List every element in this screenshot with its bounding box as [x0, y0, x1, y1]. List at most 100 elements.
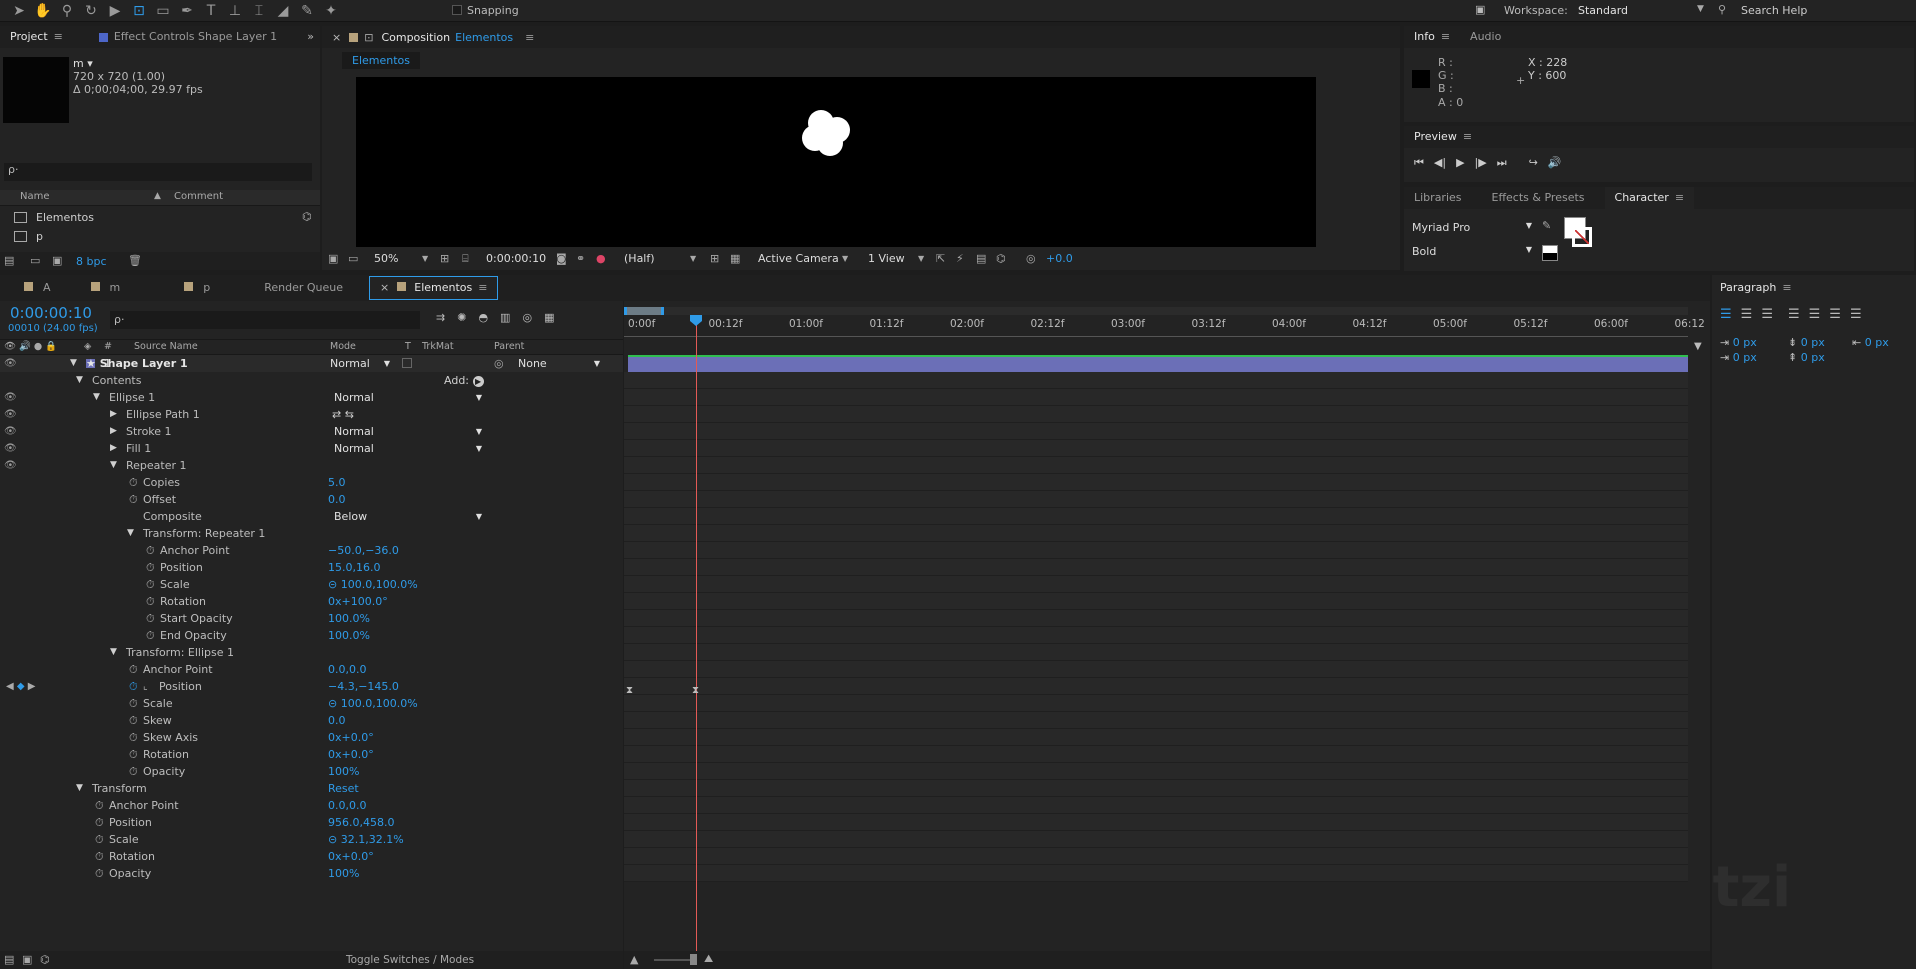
property-row[interactable]: 👁 ▶ Fill 1 Normal ▼ — [0, 440, 623, 457]
property-lane[interactable] — [624, 780, 1688, 797]
loop-icon[interactable]: ↪ — [1529, 156, 1538, 170]
snapshot-icon[interactable]: ◙ — [556, 248, 567, 270]
timeline-search-input[interactable]: ρ· — [110, 311, 420, 329]
property-row[interactable]: ⏱ Anchor Point 0.0,0.0 — [0, 797, 623, 814]
stopwatch-icon[interactable]: ⏱ — [95, 814, 104, 831]
property-value[interactable]: 5.0 — [328, 474, 346, 491]
property-row[interactable]: ⏱ Copies 5.0 — [0, 474, 623, 491]
search-help-input[interactable]: Search Help — [1741, 4, 1807, 17]
monitor-icon[interactable]: ▭ — [348, 248, 358, 270]
property-value[interactable]: ⊝ 100.0,100.0% — [328, 576, 418, 593]
disclosure-triangle-icon[interactable]: ▼ — [110, 644, 117, 661]
property-value[interactable]: −50.0,−36.0 — [328, 542, 399, 559]
flowchart-icon[interactable]: ⌬ — [302, 210, 312, 223]
property-row[interactable]: ⏱ Position 15.0,16.0 — [0, 559, 623, 576]
property-row[interactable]: ⏱ End Opacity 100.0% — [0, 627, 623, 644]
property-lane[interactable] — [624, 491, 1688, 508]
chevron-right-icon[interactable]: » — [307, 30, 314, 43]
current-time[interactable]: 0:00:00:10 — [486, 248, 546, 270]
stopwatch-icon[interactable]: ⏱ — [146, 593, 155, 610]
pen-tool-icon[interactable]: ✒ — [176, 0, 198, 22]
show-snapshot-icon[interactable]: ⚭ — [576, 248, 585, 270]
property-lane[interactable] — [624, 525, 1688, 542]
property-lane[interactable] — [624, 576, 1688, 593]
disclosure-triangle-icon[interactable]: ▼ — [110, 457, 117, 474]
visibility-eye-icon[interactable]: 👁 — [4, 389, 17, 406]
property-row[interactable]: 👁 ▼ Ellipse 1 Normal ▼ — [0, 389, 623, 406]
brush-tool-icon[interactable]: ⊥ — [224, 0, 246, 22]
folder-icon[interactable]: ▭ — [30, 254, 40, 267]
property-row[interactable]: ⏱ Scale ⊝ 100.0,100.0% — [0, 695, 623, 712]
property-lane[interactable] — [624, 627, 1688, 644]
property-value[interactable]: 0x+0.0° — [328, 746, 374, 763]
property-row[interactable]: ⏱ Skew Axis 0x+0.0° — [0, 729, 623, 746]
property-lane[interactable] — [624, 593, 1688, 610]
selection-tool-icon[interactable]: ➤ — [8, 0, 30, 22]
tab-project[interactable]: Project ≡ — [0, 26, 73, 48]
tab-effects-presets[interactable]: Effects & Presets — [1482, 187, 1595, 209]
stopwatch-icon[interactable]: ⏱ — [129, 661, 138, 678]
property-lane[interactable] — [624, 474, 1688, 491]
justify-left-icon[interactable]: ☰ — [1788, 307, 1800, 322]
workspace-select[interactable]: Standard — [1578, 4, 1628, 17]
comp-marker-icon[interactable]: ▼ — [1694, 341, 1702, 352]
property-row[interactable]: 👁 ▶ Stroke 1 Normal ▼ — [0, 423, 623, 440]
property-lane[interactable] — [624, 389, 1688, 406]
transparency-icon[interactable]: ▦ — [730, 248, 740, 270]
property-lane[interactable] — [624, 644, 1688, 661]
indent-right-field[interactable]: ⇤ 0 px — [1852, 336, 1889, 349]
camera-select[interactable]: Active Camera — [758, 248, 839, 270]
align-right-icon[interactable]: ☰ — [1761, 307, 1773, 322]
flowchart-icon[interactable]: ⌬ — [996, 248, 1006, 270]
column-parent[interactable]: Parent — [494, 341, 524, 352]
property-row[interactable]: ▼ Transform: Ellipse 1 — [0, 644, 623, 661]
type-tool-icon[interactable]: T — [200, 0, 222, 22]
exposure-icon[interactable]: ◎ — [1026, 248, 1036, 270]
property-value[interactable]: 0x+100.0° — [328, 593, 388, 610]
property-value[interactable]: ⊝ 100.0,100.0% — [328, 695, 418, 712]
pan-behind-tool-icon[interactable]: ⊡ — [128, 0, 150, 22]
property-lane[interactable] — [624, 406, 1688, 423]
visibility-eye-icon[interactable]: 👁 — [4, 457, 17, 474]
property-row[interactable]: ◀ ◆ ▶ ⏱ ⌞ Position −4.3,−145.0 — [0, 678, 623, 695]
fit-icon[interactable]: ⊞ — [440, 248, 449, 270]
property-value[interactable]: 0x+0.0° — [328, 848, 374, 865]
comp-mini-flowchart-icon[interactable]: ⇉ — [436, 311, 445, 324]
zoom-select[interactable]: 50% — [374, 248, 398, 270]
disclosure-triangle-icon[interactable]: ▶ — [110, 440, 117, 457]
space-before-field[interactable]: ⇟ 0 px — [1788, 336, 1825, 349]
zoom-tool-icon[interactable]: ⚲ — [56, 0, 78, 22]
disclosure-triangle-icon[interactable]: ▼ — [70, 355, 77, 372]
path-direction-icon[interactable]: ⇄ ⇆ — [332, 406, 354, 423]
font-family-select[interactable]: Myriad Pro ▼ — [1412, 221, 1532, 234]
paragraph-title[interactable]: Paragraph ≡ — [1720, 281, 1792, 294]
tab-effect-controls[interactable]: Effect Controls Shape Layer 1 — [114, 26, 287, 48]
property-value[interactable]: 0.0 — [328, 712, 346, 729]
eyedropper-icon[interactable]: ✎ — [1542, 219, 1551, 232]
blend-mode-select[interactable]: Below ▼ — [334, 508, 482, 525]
tab-info[interactable]: Info ≡ — [1404, 26, 1460, 48]
fast-preview-icon[interactable]: ⚡ — [956, 248, 964, 270]
disclosure-triangle-icon[interactable]: ▼ — [93, 389, 100, 406]
stopwatch-icon[interactable]: ⏱ — [129, 474, 138, 491]
indent-left-field[interactable]: ⇥ 0 px — [1720, 336, 1757, 349]
graph-editor-icon[interactable]: ▦ — [544, 311, 554, 324]
audio-icon[interactable]: 🔊 — [1548, 156, 1562, 170]
view-layout-select[interactable]: 1 View — [868, 248, 905, 270]
last-frame-icon[interactable]: ⏭ — [1497, 156, 1507, 170]
stopwatch-icon[interactable]: ⏱ — [129, 695, 138, 712]
keyframe-navigator-icon[interactable]: ◀ ◆ ▶ — [6, 678, 35, 695]
tab-timeline-p[interactable]: p — [130, 277, 220, 299]
snapping-checkbox[interactable] — [452, 5, 462, 15]
property-lane[interactable] — [624, 678, 1688, 695]
property-value[interactable]: 100% — [328, 865, 359, 882]
tab-timeline-a[interactable]: A — [0, 277, 61, 299]
vr-icon[interactable]: ▣ — [1475, 3, 1485, 16]
column-name[interactable]: Name — [20, 191, 50, 202]
tab-composition[interactable]: Elementos — [455, 31, 513, 44]
breadcrumb[interactable]: Elementos — [342, 52, 421, 69]
property-row[interactable]: ⏱ Opacity 100% — [0, 865, 623, 882]
camera-tool-icon[interactable]: ▶ — [104, 0, 126, 22]
justify-right-icon[interactable]: ☰ — [1829, 307, 1841, 322]
blend-mode-select[interactable]: Normal ▼ — [334, 389, 482, 406]
